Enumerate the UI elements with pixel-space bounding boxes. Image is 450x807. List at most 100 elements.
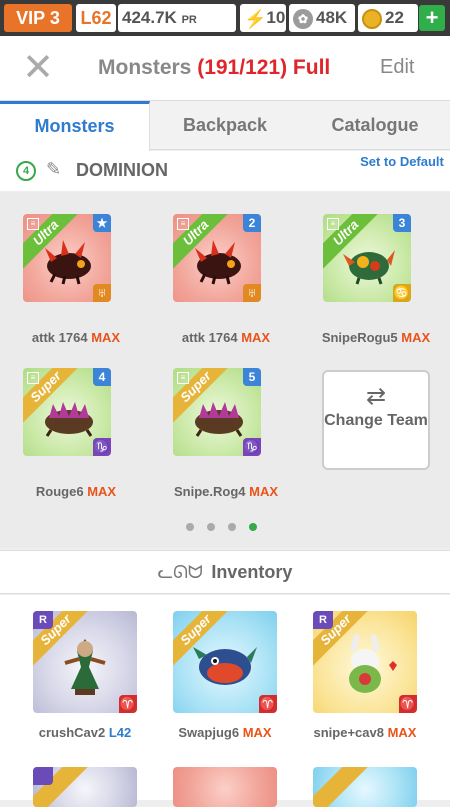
- zodiac-icon: ♋: [393, 284, 411, 302]
- monster-name: attk 1764: [181, 330, 238, 345]
- close-icon[interactable]: ✕: [22, 49, 54, 87]
- team-slot-2-caption: attk 1764 MAX: [161, 330, 291, 345]
- player-level: L62: [76, 4, 116, 32]
- page-dot-4[interactable]: [249, 523, 257, 531]
- pencil-icon[interactable]: ✎: [46, 159, 61, 180]
- change-team-label: Change Team: [324, 412, 428, 429]
- coin-value: 22: [385, 8, 404, 27]
- inventory-item-1[interactable]: Super R ♈: [33, 611, 137, 713]
- edit-button[interactable]: Edit: [380, 56, 414, 79]
- monster-image: [45, 240, 91, 285]
- slot-number: 5: [243, 368, 261, 386]
- tab-monsters[interactable]: Monsters: [0, 101, 150, 151]
- monster-image: [195, 240, 241, 285]
- monster-name: Snipe.Rog4: [173, 484, 246, 499]
- monster-image: [45, 402, 93, 437]
- monster-image: [343, 250, 395, 285]
- inventory-item-6[interactable]: [313, 767, 417, 807]
- rarity-ribbon: [313, 767, 375, 807]
- add-currency-button[interactable]: +: [419, 5, 445, 31]
- team-header: 4 ✎ DOMINION Set to Default: [0, 151, 450, 191]
- energy-value: 10: [266, 8, 286, 27]
- team-slot-1-caption: attk 1764 MAX: [11, 330, 141, 345]
- zodiac-icon: ♅: [93, 284, 111, 302]
- slot-number: 2: [243, 214, 261, 232]
- zodiac-icon: ♈: [399, 695, 417, 713]
- coin-counter[interactable]: 22: [358, 4, 418, 32]
- set-default-button[interactable]: Set to Default: [360, 154, 444, 170]
- zodiac-icon: ♈: [259, 695, 277, 713]
- inventory-item-1-caption: crushCav2 L42: [20, 725, 150, 740]
- team-slot-2[interactable]: Ultra ≡ 2 ♅: [173, 214, 261, 302]
- inventory-grid: Super R ♈ crushCav2 L42 Super ♈ Swapjug6…: [0, 595, 450, 807]
- paw-counter[interactable]: ✿ 48K: [289, 4, 355, 32]
- page-indicator: [186, 518, 270, 536]
- level-label: L42: [108, 725, 132, 740]
- monster-image: [195, 402, 243, 437]
- team-slot-3-caption: SnipeRogu5 MAX: [311, 330, 441, 345]
- monster-name: SnipeRogu5: [321, 330, 398, 345]
- inventory-item-3-caption: snipe+cav8 MAX: [300, 725, 430, 740]
- monster-name: snipe+cav8: [313, 725, 384, 740]
- max-label: MAX: [91, 330, 121, 345]
- max-label: MAX: [87, 484, 117, 499]
- monster-name: Rouge6: [35, 484, 84, 499]
- pr-value: 424.7K: [122, 8, 177, 27]
- monster-image: [349, 634, 397, 693]
- monster-image: [64, 639, 106, 695]
- swap-arrows-icon: ⇄: [365, 383, 387, 410]
- inventory-item-3[interactable]: Super R ♈: [313, 611, 417, 713]
- monster-name: Swapjug6: [178, 725, 240, 740]
- page-header: ✕ Monsters (191/121) Full Edit: [0, 36, 450, 100]
- page-dot-2[interactable]: [207, 523, 215, 531]
- star-icon: ★: [93, 214, 111, 232]
- rank-badge: [33, 767, 53, 785]
- document-icon: ≡: [27, 218, 39, 230]
- inventory-item-5[interactable]: [173, 767, 277, 807]
- zodiac-icon: ♑: [93, 438, 111, 456]
- energy-counter[interactable]: ⚡10: [240, 4, 286, 32]
- team-slot-4-caption: Rouge6 MAX: [11, 484, 141, 499]
- slot-number: 3: [393, 214, 411, 232]
- coin-icon: [362, 8, 382, 29]
- page-title: Monsters (191/121) Full: [98, 56, 330, 80]
- inventory-item-2[interactable]: Super ♈: [173, 611, 277, 713]
- team-name[interactable]: DOMINION: [76, 160, 168, 181]
- document-icon: ≡: [177, 372, 189, 384]
- lightning-icon: ⚡: [244, 8, 267, 29]
- cat-face-icon: ᓚᘏᗢ: [157, 561, 203, 582]
- rank-badge: R: [33, 611, 53, 629]
- inventory-item-4[interactable]: [33, 767, 137, 807]
- team-slot-1[interactable]: Ultra ≡ ★ ♅: [23, 214, 111, 302]
- team-slot-5[interactable]: Super ≡ 5 ♑: [173, 368, 261, 456]
- document-icon: ≡: [27, 372, 39, 384]
- title-text: Monsters: [98, 56, 192, 79]
- team-slot-3[interactable]: Ultra ≡ 3 ♋: [323, 214, 411, 302]
- zodiac-icon: ♅: [243, 284, 261, 302]
- tab-backpack[interactable]: Backpack: [150, 101, 300, 151]
- monster-count: (191/121) Full: [197, 56, 331, 79]
- inventory-title: Inventory: [211, 562, 293, 582]
- team-slot-4[interactable]: Super ≡ 4 ♑: [23, 368, 111, 456]
- change-team-button[interactable]: ⇄ Change Team: [322, 370, 430, 470]
- tab-bar: Monsters Backpack Catalogue: [0, 100, 450, 151]
- document-icon: ≡: [177, 218, 189, 230]
- currency-bar: VIP 3 L62 424.7K PR ⚡10 ✿ 48K 22 +: [0, 0, 450, 36]
- power-rating: 424.7K PR: [118, 4, 236, 32]
- page-dot-1[interactable]: [186, 523, 194, 531]
- rank-badge: R: [313, 611, 333, 629]
- inventory-item-2-caption: Swapjug6 MAX: [160, 725, 290, 740]
- max-label: MAX: [401, 330, 431, 345]
- paw-icon: ✿: [293, 8, 313, 29]
- paw-value: 48K: [316, 8, 348, 27]
- document-icon: ≡: [327, 218, 339, 230]
- vip-badge[interactable]: VIP 3: [4, 4, 72, 32]
- team-number-badge: 4: [16, 161, 36, 181]
- pr-unit: PR: [181, 14, 197, 26]
- inventory-header: ᓚᘏᗢ Inventory: [0, 550, 450, 594]
- page-dot-3[interactable]: [228, 523, 236, 531]
- monster-name: attk 1764: [31, 330, 88, 345]
- tab-catalogue[interactable]: Catalogue: [300, 101, 450, 151]
- level-label: MAX: [387, 725, 417, 740]
- slot-number: 4: [93, 368, 111, 386]
